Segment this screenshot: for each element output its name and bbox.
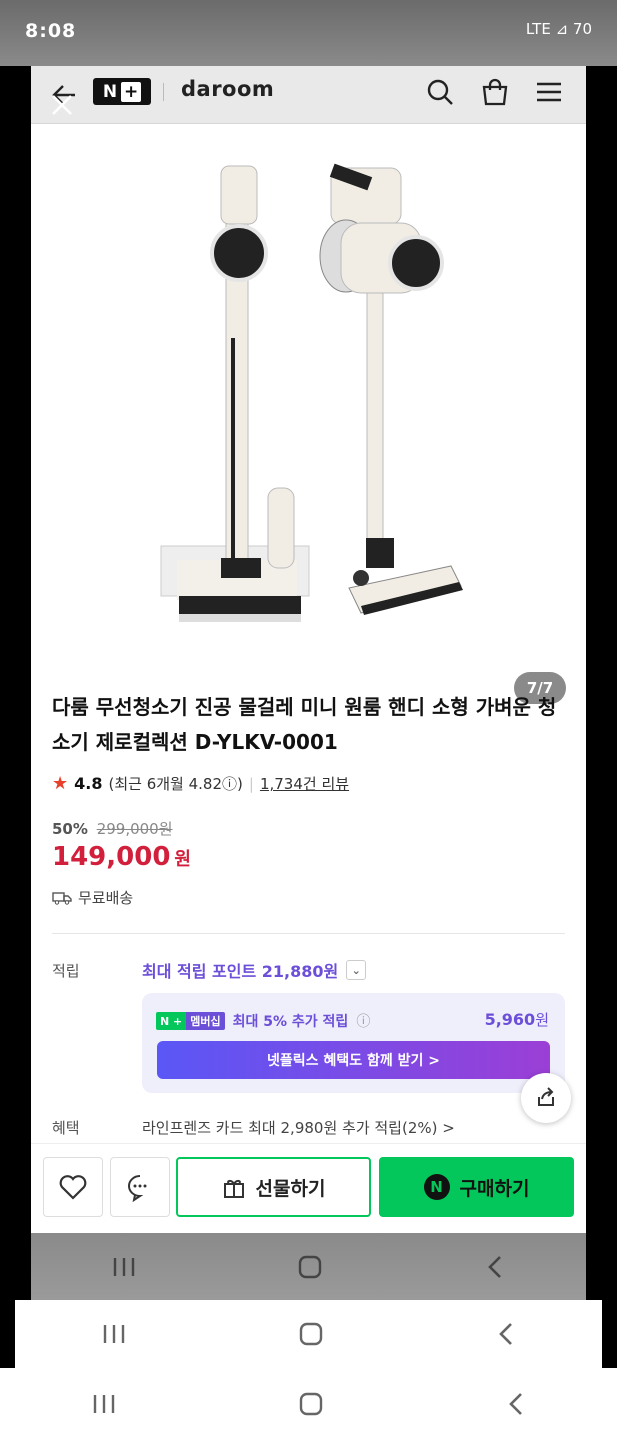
heart-icon [59, 1175, 87, 1200]
star-icon: ★ [52, 773, 69, 794]
rating-score: 4.8 [74, 774, 103, 793]
netflix-benefit-button[interactable]: 넷플릭스 혜택도 함께 받기 > [157, 1041, 550, 1079]
max-points-text: 최대 적립 포인트 21,880원 [142, 962, 339, 981]
benefit-label: 혜택 [52, 1119, 80, 1137]
membership-text: 최대 5% 추가 적립 [232, 1014, 349, 1030]
points-label: 적립 [52, 962, 80, 980]
wishlist-button[interactable] [43, 1157, 103, 1217]
system-nav-bar-inner [31, 1233, 586, 1300]
sale-price-number: 149,000 [52, 842, 171, 872]
divider: | [248, 774, 254, 793]
status-indicators: LTE ⊿ 70 [525, 20, 592, 38]
max-points[interactable]: 최대 적립 포인트 21,880원 ⌄ [142, 958, 367, 982]
close-icon[interactable] [49, 92, 75, 118]
chevron-down-icon[interactable]: ⌄ [346, 960, 367, 980]
reviews-link[interactable]: 1,734건 리뷰 [260, 773, 349, 794]
chat-icon [128, 1175, 147, 1202]
product-title: 다룸 무선청소기 진공 물걸레 미니 원룸 핸디 소형 가벼운 청소기 제로컬렉… [52, 695, 557, 754]
purchase-action-bar: 선물하기 N 구매하기 [31, 1143, 586, 1233]
sale-price: 149,000 원 [52, 842, 191, 872]
back-icon[interactable] [505, 1391, 527, 1417]
home-icon[interactable] [298, 1321, 324, 1347]
buy-button[interactable]: N 구매하기 [379, 1157, 574, 1217]
gift-label: 선물하기 [255, 1177, 326, 1200]
back-icon[interactable] [484, 1254, 506, 1280]
membership-box: N + 멤버십 최대 5% 추가 적립 ⓘ 5,960원 넷플릭스 혜택도 함께 … [142, 993, 565, 1093]
chat-button[interactable] [110, 1157, 170, 1217]
share-button[interactable] [521, 1073, 571, 1123]
buy-label: 구매하기 [459, 1177, 530, 1200]
shopping-bag-icon[interactable] [479, 76, 511, 108]
store-brand-logo[interactable]: daroom [181, 77, 274, 101]
gift-button[interactable]: 선물하기 [176, 1157, 371, 1217]
original-price: 299,000원 [96, 820, 173, 838]
status-bar: 8:08 LTE ⊿ 70 [0, 0, 617, 66]
status-time: 8:08 [25, 20, 77, 42]
product-image-carousel[interactable]: 7/7 [31, 58, 586, 704]
shipping-text: 무료배송 [78, 889, 134, 907]
membership-amount: 5,960원 [484, 1010, 549, 1029]
membership-badge: N + 멤버십 [156, 1012, 225, 1030]
naver-pay-icon: N [423, 1174, 450, 1200]
system-nav-bar-outer [0, 1368, 617, 1440]
divider-line [52, 933, 565, 934]
home-icon[interactable] [298, 1391, 324, 1417]
search-icon[interactable] [424, 76, 456, 108]
device-frame: 7/7 다룸 무선청소기 진공 물걸레 미니 원룸 핸디 소형 가벼운 청소기 … [0, 0, 617, 1440]
naver-plus-badge[interactable]: N + [93, 78, 151, 105]
info-icon[interactable]: ⓘ [356, 1011, 370, 1031]
card-benefit-link[interactable]: 라인프렌즈 카드 최대 2,980원 추가 적립(2%) > [142, 1117, 455, 1138]
system-nav-bar-middle [15, 1300, 602, 1368]
shipping-row: 무료배송 [52, 887, 133, 908]
rating-row: ★ 4.8 (최근 6개월 4.82ⓘ) | 1,734건 리뷰 [52, 773, 349, 794]
sale-price-unit: 원 [174, 849, 191, 870]
header-divider [163, 83, 164, 101]
recent-apps-icon[interactable] [91, 1392, 117, 1416]
gift-icon [223, 1180, 244, 1198]
product-image [160, 163, 463, 622]
share-icon [538, 1087, 554, 1106]
membership-row: N + 멤버십 최대 5% 추가 적립 ⓘ [156, 1011, 370, 1031]
home-icon[interactable] [297, 1254, 323, 1280]
back-icon[interactable] [495, 1321, 517, 1347]
discount-row: 50% 299,000원 [52, 818, 173, 839]
discount-percent: 50% [52, 820, 88, 838]
recent-apps-icon[interactable] [101, 1322, 127, 1346]
recent-apps-icon[interactable] [111, 1255, 137, 1279]
menu-icon[interactable] [533, 76, 565, 108]
app-screen: 7/7 다룸 무선청소기 진공 물걸레 미니 원룸 핸디 소형 가벼운 청소기 … [31, 0, 586, 1300]
rating-recent: (최근 6개월 4.82ⓘ) [108, 775, 243, 793]
truck-icon [52, 891, 72, 905]
app-header: N + daroom [31, 66, 586, 124]
